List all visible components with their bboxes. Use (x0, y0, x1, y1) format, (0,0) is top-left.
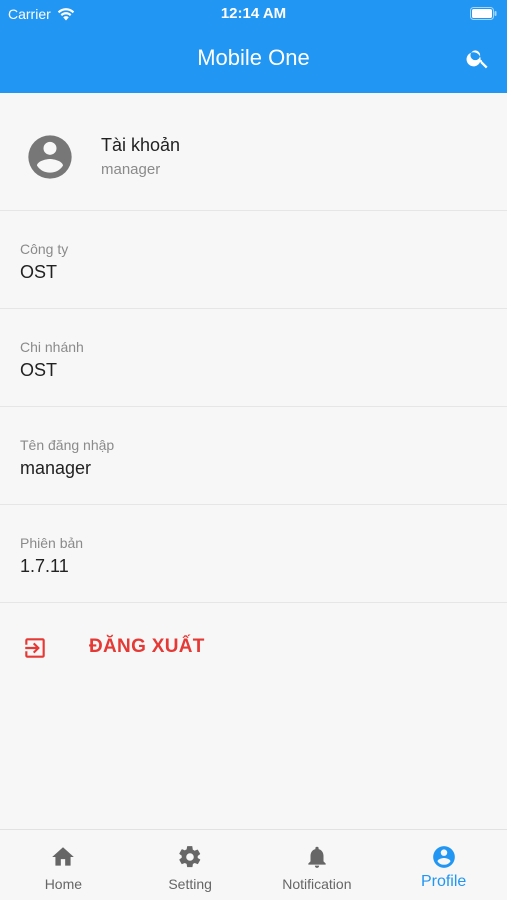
account-circle-icon (28, 135, 72, 179)
info-label: Chi nhánh (20, 339, 84, 355)
info-value: manager (20, 458, 92, 478)
status-time: 12:14 AM (220, 5, 287, 22)
info-value: OST (20, 262, 58, 282)
tab-home[interactable]: Home (0, 830, 127, 900)
page-title: Mobile One (197, 45, 310, 70)
info-label: Tên đăng nhập (20, 437, 115, 453)
logout-label: ĐĂNG XUẤT (89, 636, 205, 657)
tab-label: Notification (282, 876, 352, 892)
tab-label: Profile (420, 873, 467, 890)
status-bar: Carrier 12:14 AM (0, 0, 507, 28)
info-row-branch: Chi nhánh OST (0, 309, 507, 407)
info-label: Phiên bản (20, 535, 84, 551)
info-row-username: Tên đăng nhập manager (0, 407, 507, 505)
info-row-version: Phiên bản 1.7.11 (0, 505, 507, 603)
home-icon (52, 847, 75, 866)
bottom-tab-bar: Home Setting Notification Profile (0, 829, 507, 900)
battery-icon (470, 7, 497, 20)
account-title: Tài khoản (101, 135, 181, 155)
tab-profile[interactable]: Profile (380, 830, 507, 900)
app-header: Carrier 12:14 AM Mobile One (0, 0, 507, 93)
logout-icon (25, 638, 45, 658)
account-row: Tài khoản manager (0, 93, 507, 211)
profile-screen: Carrier 12:14 AM Mobile One Tài khoản ma… (0, 0, 507, 900)
tab-setting[interactable]: Setting (127, 830, 254, 900)
account-username: manager (101, 161, 161, 178)
tab-label: Setting (168, 876, 212, 892)
gear-icon (179, 846, 201, 868)
bell-icon (308, 846, 326, 868)
info-value: OST (20, 360, 58, 380)
tab-notification[interactable]: Notification (254, 830, 381, 900)
account-circle-icon (432, 846, 455, 868)
info-row-company: Công ty OST (0, 211, 507, 309)
info-value: 1.7.11 (20, 556, 69, 576)
info-label: Công ty (20, 241, 69, 257)
tab-label: Home (44, 876, 83, 892)
search-icon[interactable] (465, 45, 491, 71)
logout-button[interactable]: ĐĂNG XUẤT (0, 603, 507, 689)
